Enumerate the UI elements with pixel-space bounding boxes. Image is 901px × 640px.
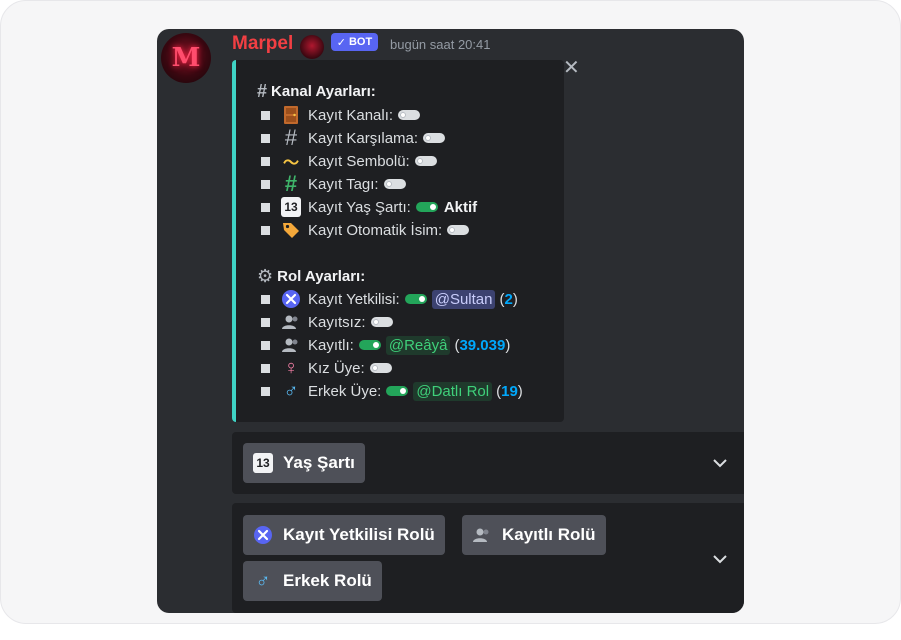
bullet-icon [261,294,270,304]
bullet-icon [261,225,270,235]
list-item-kiz-uye: ♀ Kız Üye: [257,357,392,379]
list-item-kayitli: Kayıtlı: @Reâyâ (39.039) [257,334,510,356]
toggle-off [447,225,470,235]
bot-badge: ✓ BOT [331,33,378,51]
item-label: Kayıt Kanalı: [308,106,394,124]
option-label: Kayıt Yetkilisi Rolü [283,525,435,544]
list-item-erkek-uye: ♂ Erkek Üye: @Datlı Rol (19) [257,380,523,402]
username[interactable]: Marpel [232,33,293,55]
item-label: Kayıt Otomatik İsim: [308,221,443,239]
item-label: Kayıtlı: [308,336,354,354]
role-member-count: (39.039) [454,336,511,354]
item-label: Kayıt Yetkilisi: [308,290,400,308]
role-mention-datli-rol[interactable]: @Datlı Rol [413,381,493,401]
channel-settings-heading: # Kanal Ayarları: [257,80,376,102]
keycap-13-icon: 13 [253,453,273,473]
green-hash-icon: # [284,171,298,196]
list-item-kayit-sembolu: 〜 Kayıt Sembolü: [257,150,437,172]
toggle-on [415,202,438,212]
option-label: Kayıtlı Rolü [502,525,596,544]
role-member-count: (19) [496,382,523,400]
label-tag-icon [281,220,301,240]
list-item-kayit-karsilama: # Kayıt Karşılama: [257,125,446,150]
settings-embed: # Kanal Ayarları: Kayıt Kanalı: # Kayıt … [232,60,564,422]
tilde-icon: 〜 [282,155,299,172]
list-item-kayit-yetkilisi: Kayıt Yetkilisi: @Sultan (2) [257,288,518,310]
select-menu-yas-sarti[interactable]: 13 Yaş Şartı [232,432,744,494]
bullet-icon [261,317,270,327]
item-label: Kayıt Yaş Şartı: [308,198,411,216]
hash-icon: # [284,125,298,150]
users-icon [281,312,301,332]
toggle-on [386,386,409,396]
bot-badge-label: BOT [348,36,373,48]
hash-gear-icon: # [257,80,268,101]
kayit-yetkilisi-rolu-option[interactable]: Kayıt Yetkilisi Rolü [243,515,445,555]
bullet-icon [261,363,270,373]
close-icon[interactable]: ✕ [563,58,580,78]
item-label: Kız Üye: [308,359,365,377]
role-mention-reaya[interactable]: @Reâyâ [385,335,451,355]
select-menu-roles[interactable]: Kayıt Yetkilisi Rolü Kayıtlı Rolü ♂ Erke… [232,503,744,613]
toggle-off [423,133,446,143]
toggle-off [383,179,406,189]
tools-icon [281,289,301,309]
bullet-icon [261,110,270,120]
bullet-icon [261,133,270,143]
tools-icon [253,525,273,545]
avatar-letter: M [171,43,201,73]
discord-message-panel: M Marpel ✓ BOT bugün saat 20:41 # Kanal … [157,29,744,613]
toggle-on [358,340,381,350]
bullet-icon [261,202,270,212]
role-heading-label: Rol Ayarları: [277,267,366,285]
message-timestamp[interactable]: bugün saat 20:41 [390,37,490,52]
toggle-off [369,363,392,373]
item-label: Kayıt Tagı: [308,175,379,193]
users-icon [472,525,492,545]
bullet-icon [261,156,270,166]
option-label: Yaş Şartı [283,453,355,472]
erkek-rolu-option[interactable]: ♂ Erkek Rolü [243,561,382,601]
chevron-down-icon[interactable] [710,549,730,569]
channel-heading-label: Kanal Ayarları: [271,82,376,100]
item-label: Erkek Üye: [308,382,382,400]
male-sign-icon: ♂ [283,379,299,402]
toggle-off [398,110,421,120]
bullet-icon [261,179,270,189]
chevron-down-icon[interactable] [710,453,730,473]
at-gear-icon: ⚙ [257,265,274,286]
keycap-13-icon: 13 [281,197,301,217]
bot-avatar[interactable]: M [161,33,211,83]
door-icon [281,105,301,125]
role-icon [300,35,324,59]
yas-sarti-option[interactable]: 13 Yaş Şartı [243,443,365,483]
option-label: Erkek Rolü [283,571,372,590]
role-member-count: (2) [499,290,518,308]
bullet-icon [261,386,270,396]
list-item-kayit-kanali: Kayıt Kanalı: [257,104,421,126]
toggle-off [414,156,437,166]
list-item-kayit-yas-sarti: 13 Kayıt Yaş Şartı: Aktif [257,196,477,218]
item-label: Kayıtsız: [308,313,366,331]
list-item-kayitsiz: Kayıtsız: [257,311,393,333]
toggle-on [404,294,427,304]
users-icon [281,335,301,355]
bullet-icon [261,340,270,350]
list-item-kayit-otomatik-isim: Kayıt Otomatik İsim: [257,219,470,241]
item-label: Kayıt Sembolü: [308,152,410,170]
check-icon: ✓ [336,36,346,49]
toggle-off [370,317,393,327]
male-sign-icon: ♂ [255,569,271,592]
female-sign-icon: ♀ [283,356,299,379]
kayitli-rolu-option[interactable]: Kayıtlı Rolü [462,515,606,555]
list-item-kayit-tagi: # Kayıt Tagı: [257,171,406,196]
status-active: Aktif [443,198,478,216]
role-settings-heading: ⚙ Rol Ayarları: [257,265,365,287]
role-mention-sultan[interactable]: @Sultan [431,289,496,309]
item-label: Kayıt Karşılama: [308,129,419,147]
